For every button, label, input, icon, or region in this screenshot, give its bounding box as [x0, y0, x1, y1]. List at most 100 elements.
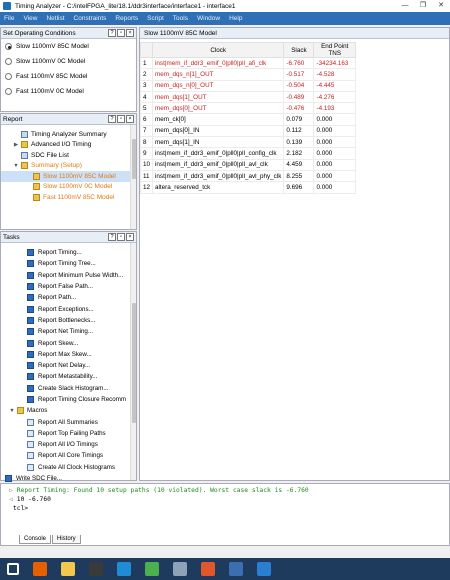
task-item[interactable]: Report Metastability... — [1, 371, 136, 382]
operating-condition-option[interactable]: Slow 1100mV 85C Model — [1, 39, 136, 54]
help-icon[interactable]: ? — [108, 115, 116, 123]
clock-cell: mem_dqs[0]_OUT — [152, 102, 285, 115]
radio-button[interactable] — [5, 73, 12, 80]
close-icon[interactable]: × — [126, 233, 134, 241]
table-row[interactable]: 8 mem_dqs[1]_IN 0.139 0.000 — [139, 136, 356, 149]
table-row[interactable]: 4 mem_dqs[1]_OUT -0.489 -4.276 — [139, 90, 356, 104]
restore-icon[interactable]: ▫ — [117, 233, 125, 241]
task-item[interactable]: Report Exceptions... — [1, 303, 136, 314]
row-index: 11 — [139, 169, 154, 183]
menu-view[interactable]: View — [23, 15, 37, 22]
windows-start-icon[interactable] — [7, 563, 19, 575]
tab-console[interactable]: Console — [19, 535, 52, 544]
tns-column-header[interactable]: End Point TNS — [313, 42, 356, 58]
table-row[interactable]: 11 inst|mem_if_ddr3_emif_0|pll0|pll_avl_p… — [139, 169, 356, 183]
report-tree-item[interactable]: Fast 1100mV 85C Model — [1, 192, 136, 203]
expand-arrow-icon[interactable]: ▶ — [13, 142, 19, 148]
help-icon[interactable]: ? — [108, 233, 116, 241]
macro-item[interactable]: Report Top Failing Paths — [1, 428, 136, 439]
operating-condition-option[interactable]: Fast 1100mV 85C Model — [1, 69, 136, 84]
radio-button[interactable] — [5, 58, 12, 65]
operating-conditions-title: Set Operating Conditions — [3, 29, 76, 37]
report-tree-item[interactable]: Slow 1100mV 85C Model — [1, 171, 136, 182]
clock-cell: inst|mem_if_ddr3_emif_0|pll0|pll_afi_clk — [152, 56, 285, 70]
operating-condition-option[interactable]: Fast 1100mV 0C Model — [1, 84, 136, 99]
task-item[interactable]: Report Timing Tree... — [1, 258, 136, 269]
menu-netlist[interactable]: Netlist — [46, 15, 64, 22]
table-row[interactable]: 3 mem_dqs_n[0]_OUT -0.504 -4.445 — [139, 79, 356, 92]
close-icon[interactable]: × — [126, 29, 134, 37]
tool-icon[interactable] — [173, 562, 187, 576]
task-item[interactable]: Report Minimum Pulse Width... — [1, 270, 136, 281]
task-item[interactable]: Report Net Timing... — [1, 326, 136, 337]
menu-script[interactable]: Script — [147, 15, 164, 22]
task-item[interactable]: Report Timing... — [1, 247, 136, 258]
report-tree-item[interactable]: ▶ Advanced I/O Timing — [1, 140, 136, 151]
macros-folder[interactable]: ▼ Macros — [1, 405, 136, 416]
task-report-icon — [27, 350, 34, 358]
file-explorer-icon[interactable] — [61, 562, 75, 576]
chrome-icon[interactable] — [145, 562, 159, 576]
report-tree-item[interactable]: ▼ Summary (Setup) — [1, 161, 136, 172]
table-row[interactable]: 1 inst|mem_if_ddr3_emif_0|pll0|pll_afi_cl… — [139, 56, 356, 70]
table-row[interactable]: 2 mem_dqs_n[1]_OUT -0.517 -4.528 — [139, 68, 356, 81]
restore-icon[interactable]: ▫ — [117, 29, 125, 37]
task-item[interactable]: Report Path... — [1, 292, 136, 303]
app-icon[interactable] — [257, 562, 271, 576]
maximize-button[interactable]: ❐ — [414, 0, 432, 12]
macro-item[interactable]: Report All Core Timings — [1, 450, 136, 461]
help-icon[interactable]: ? — [108, 29, 116, 37]
task-item[interactable]: Report Net Delay... — [1, 360, 136, 371]
table-row[interactable]: 5 mem_dqs[0]_OUT -0.476 -4.193 — [139, 102, 356, 115]
close-button[interactable]: ✕ — [432, 0, 450, 12]
firefox-icon[interactable] — [33, 562, 47, 576]
macro-item[interactable]: Create All Clock Histograms — [1, 462, 136, 473]
menu-window[interactable]: Window — [197, 15, 220, 22]
menu-help[interactable]: Help — [229, 15, 242, 22]
clock-column-header[interactable]: Clock — [152, 42, 285, 58]
matlab-icon[interactable] — [201, 562, 215, 576]
slack-column-header[interactable]: Slack — [283, 42, 315, 58]
table-row[interactable]: 10 inst|mem_if_ddr3_emif_0|pll0|pll_avl_c… — [139, 158, 356, 171]
media-player-icon[interactable] — [89, 562, 103, 576]
report-tree-item[interactable]: SDC File List — [1, 150, 136, 161]
radio-button[interactable] — [5, 43, 12, 50]
tab-history[interactable]: History — [52, 535, 81, 544]
tns-cell: -4.528 — [313, 68, 356, 81]
menu-tools[interactable]: Tools — [173, 15, 188, 22]
report-tree-item[interactable]: Slow 1100mV 0C Model — [1, 182, 136, 193]
task-item[interactable]: Report Timing Closure Recomm — [1, 394, 136, 405]
restore-icon[interactable]: ▫ — [117, 115, 125, 123]
task-item[interactable]: Report Skew... — [1, 337, 136, 348]
macro-item[interactable]: Report All Summaries — [1, 416, 136, 427]
minimize-button[interactable]: — — [396, 0, 414, 12]
menu-constraints[interactable]: Constraints — [74, 15, 107, 22]
console-text[interactable]: tcl> — [13, 505, 28, 512]
tasks-scrollbar[interactable] — [130, 243, 136, 480]
table-row[interactable]: 12 altera_reserved_tck 9.696 0.000 — [139, 181, 356, 194]
macro-item[interactable]: Report All I/O Timings — [1, 439, 136, 450]
task-item[interactable]: Report Max Skew... — [1, 349, 136, 360]
expand-arrow-icon[interactable]: ▼ — [9, 408, 15, 414]
quartus-icon[interactable] — [229, 562, 243, 576]
menu-file[interactable]: File — [4, 15, 14, 22]
report-scrollbar[interactable] — [130, 125, 136, 229]
table-row[interactable]: 7 mem_dqs[0]_IN 0.112 0.000 — [139, 124, 356, 138]
macro-label: Report All I/O Timings — [38, 441, 98, 449]
close-icon[interactable]: × — [126, 115, 134, 123]
table-row[interactable]: 9 inst|mem_if_ddr3_emif_0|pll0|pll_config… — [139, 147, 356, 160]
ie-icon[interactable] — [117, 562, 131, 576]
table-row[interactable]: 6 mem_ck[0] 0.079 0.000 — [139, 113, 356, 126]
expand-arrow-icon[interactable]: ▼ — [13, 163, 19, 169]
task-label: Report Net Timing... — [38, 328, 94, 336]
menu-reports[interactable]: Reports — [115, 15, 138, 22]
task-item[interactable]: Report Bottlenecks... — [1, 315, 136, 326]
slack-cell: 0.139 — [283, 136, 315, 149]
report-tree-item[interactable]: Timing Analyzer Summary — [1, 129, 136, 140]
clock-cell: inst|mem_if_ddr3_emif_0|pll0|pll_config_… — [152, 147, 285, 160]
radio-button[interactable] — [5, 88, 12, 95]
task-item[interactable]: Report False Path... — [1, 281, 136, 292]
operating-condition-option[interactable]: Slow 1100mV 0C Model — [1, 54, 136, 69]
task-label: Report Timing... — [38, 249, 82, 257]
task-item[interactable]: Create Slack Histogram... — [1, 383, 136, 394]
